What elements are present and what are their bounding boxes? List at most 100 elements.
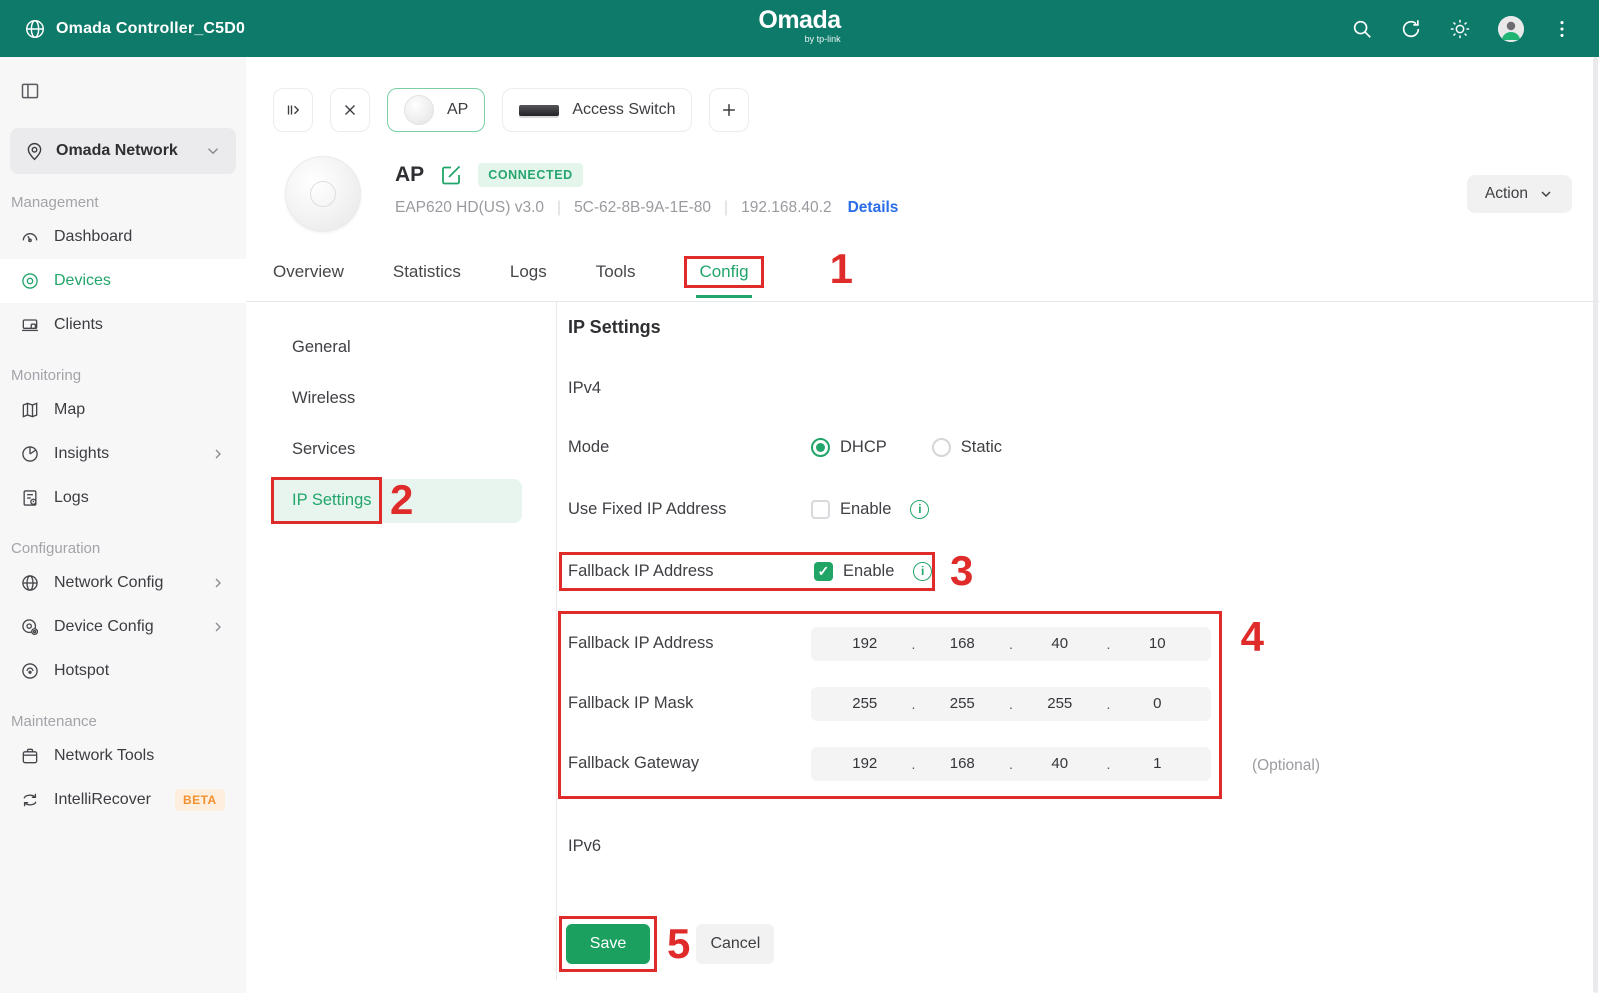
sidebar-item-device-config[interactable]: Device Config xyxy=(0,605,246,649)
sidebar-item-map[interactable]: Map xyxy=(0,388,246,432)
use-fixed-ip-row: Use Fixed IP Address Enable i xyxy=(568,499,1599,519)
more-menu-icon[interactable] xyxy=(1551,18,1573,40)
section-label-maintenance: Maintenance xyxy=(11,713,97,730)
fallback-gateway-input[interactable]: 192 . 168 . 40 . 1 xyxy=(811,746,1211,781)
fallback-ip-mask-label: Fallback IP Mask xyxy=(568,694,694,713)
use-fixed-ip-checkbox[interactable] xyxy=(811,499,830,519)
omada-logo-subtext: by tp-link xyxy=(804,34,841,44)
account-avatar[interactable] xyxy=(1498,15,1524,42)
app-header: Omada Controller_C5D0 Omada by tp-link xyxy=(0,0,1599,57)
octet-separator: . xyxy=(911,635,916,652)
omada-logo-text: Omada xyxy=(758,6,841,34)
section-label-configuration: Configuration xyxy=(11,540,101,557)
octet-input[interactable]: 192 xyxy=(821,755,909,772)
details-link[interactable]: Details xyxy=(848,199,899,217)
annotation-box-4: Fallback IP Address 192 . 168 . 40 . 10 … xyxy=(558,610,1320,799)
annotation-box-1: Config xyxy=(684,255,764,298)
octet-input[interactable]: 10 xyxy=(1114,635,1202,652)
device-tab-label: AP xyxy=(447,101,469,118)
annotation-step-3: 3 xyxy=(950,547,974,595)
expand-panel-button[interactable] xyxy=(273,88,313,132)
map-icon xyxy=(20,400,40,420)
annotation-step-5: 5 xyxy=(667,919,691,967)
sidebar-item-label: Dashboard xyxy=(54,228,133,245)
save-button[interactable]: Save xyxy=(566,923,650,964)
octet-input[interactable]: 0 xyxy=(1114,695,1202,712)
status-badge: CONNECTED xyxy=(478,163,583,187)
octet-input[interactable]: 255 xyxy=(1016,695,1104,712)
edit-name-icon[interactable] xyxy=(439,163,463,187)
tab-config[interactable]: Config xyxy=(699,262,748,281)
tab-tools[interactable]: Tools xyxy=(596,262,636,282)
config-nav-services[interactable]: Services xyxy=(246,428,556,472)
add-device-tab-button[interactable] xyxy=(709,88,750,132)
sidebar-item-devices[interactable]: Devices xyxy=(0,259,246,303)
static-radio[interactable] xyxy=(931,437,951,457)
octet-input[interactable]: 255 xyxy=(919,695,1007,712)
search-icon[interactable] xyxy=(1351,18,1373,40)
device-mac: 5C-62-8B-9A-1E-80 xyxy=(574,199,712,216)
sidebar-item-clients[interactable]: Clients xyxy=(0,303,246,347)
sidebar-item-network-tools[interactable]: Network Tools xyxy=(0,734,246,778)
config-nav-label: IP Settings xyxy=(292,491,372,510)
octet-input[interactable]: 1 xyxy=(1114,755,1202,772)
header-actions xyxy=(1351,15,1599,42)
fallback-enable-checkbox[interactable]: ✓ xyxy=(814,561,833,581)
tab-logs[interactable]: Logs xyxy=(510,262,547,282)
dhcp-radio[interactable] xyxy=(811,437,830,457)
beta-badge: BETA xyxy=(174,789,225,811)
annotation-step-4: 4 xyxy=(1240,612,1264,660)
refresh-icon[interactable] xyxy=(1400,18,1422,40)
enable-label: Enable xyxy=(840,499,892,518)
tab-overview[interactable]: Overview xyxy=(273,262,344,282)
site-selector[interactable]: Omada Network xyxy=(10,128,236,174)
switch-device-image xyxy=(519,104,560,116)
octet-input[interactable]: 168 xyxy=(919,635,1007,652)
chevron-down-icon xyxy=(204,142,222,160)
chevron-down-icon xyxy=(1541,191,1551,198)
octet-input[interactable]: 255 xyxy=(821,695,909,712)
config-nav-ip-settings[interactable]: IP Settings 2 xyxy=(271,476,522,524)
device-tab-ap[interactable]: AP xyxy=(387,88,486,132)
tab-statistics[interactable]: Statistics xyxy=(393,262,461,282)
sidebar-item-insights[interactable]: Insights xyxy=(0,432,246,476)
octet-input[interactable]: 40 xyxy=(1016,635,1104,652)
fallback-gateway-label: Fallback Gateway xyxy=(568,754,700,773)
sidebar: Omada Network Management Dashboard Devic… xyxy=(0,57,246,993)
octet-separator: . xyxy=(911,695,916,712)
sidebar-item-hotspot[interactable]: Hotspot xyxy=(0,649,246,693)
octet-separator: . xyxy=(1009,755,1013,772)
sidebar-item-logs[interactable]: Logs xyxy=(0,476,246,520)
close-icon[interactable] xyxy=(330,88,370,132)
fallback-gateway-row: Fallback Gateway 192 . 168 . 40 . 1 xyxy=(568,746,1219,781)
ip-settings-form: IP Settings IPv4 Mode DHCP Static Use Fi… xyxy=(557,302,1599,980)
octet-input[interactable]: 168 xyxy=(919,755,1007,772)
sidebar-item-dashboard[interactable]: Dashboard xyxy=(0,215,246,259)
fallback-ip-mask-input[interactable]: 255 . 255 . 255 . 0 xyxy=(811,686,1211,721)
mode-label: Mode xyxy=(568,437,610,456)
octet-input[interactable]: 192 xyxy=(821,635,909,652)
device-tab-access-switch[interactable]: Access Switch xyxy=(502,88,693,132)
info-icon[interactable]: i xyxy=(913,561,932,581)
panel-collapse-icon[interactable] xyxy=(20,81,40,101)
sidebar-item-label: Devices xyxy=(54,272,111,289)
octet-input[interactable]: 40 xyxy=(1016,755,1104,772)
action-button[interactable]: Action xyxy=(1466,175,1572,213)
config-nav-wireless[interactable]: Wireless xyxy=(246,377,556,421)
action-button-label: Action xyxy=(1484,185,1528,202)
fallback-ip-address-input[interactable]: 192 . 168 . 40 . 10 xyxy=(811,626,1211,661)
sidebar-item-network-config[interactable]: Network Config xyxy=(0,561,246,605)
info-icon[interactable]: i xyxy=(910,499,930,519)
meta-separator: | xyxy=(724,199,729,216)
octet-separator: . xyxy=(1106,635,1111,652)
cancel-button[interactable]: Cancel xyxy=(696,923,775,964)
sidebar-item-label: Map xyxy=(54,401,86,418)
config-nav-general[interactable]: General xyxy=(246,326,556,370)
brightness-icon[interactable] xyxy=(1449,18,1471,40)
omada-logo: Omada by tp-link xyxy=(758,6,841,44)
annotation-box-3: Fallback IP Address ✓ Enable i xyxy=(559,551,935,591)
sidebar-item-label: Network Tools xyxy=(54,747,155,764)
fallback-ip-address-label: Fallback IP Address xyxy=(568,634,714,653)
enable-label: Enable xyxy=(843,561,895,580)
sidebar-item-intellirecover[interactable]: IntelliRecover BETA xyxy=(0,778,246,822)
